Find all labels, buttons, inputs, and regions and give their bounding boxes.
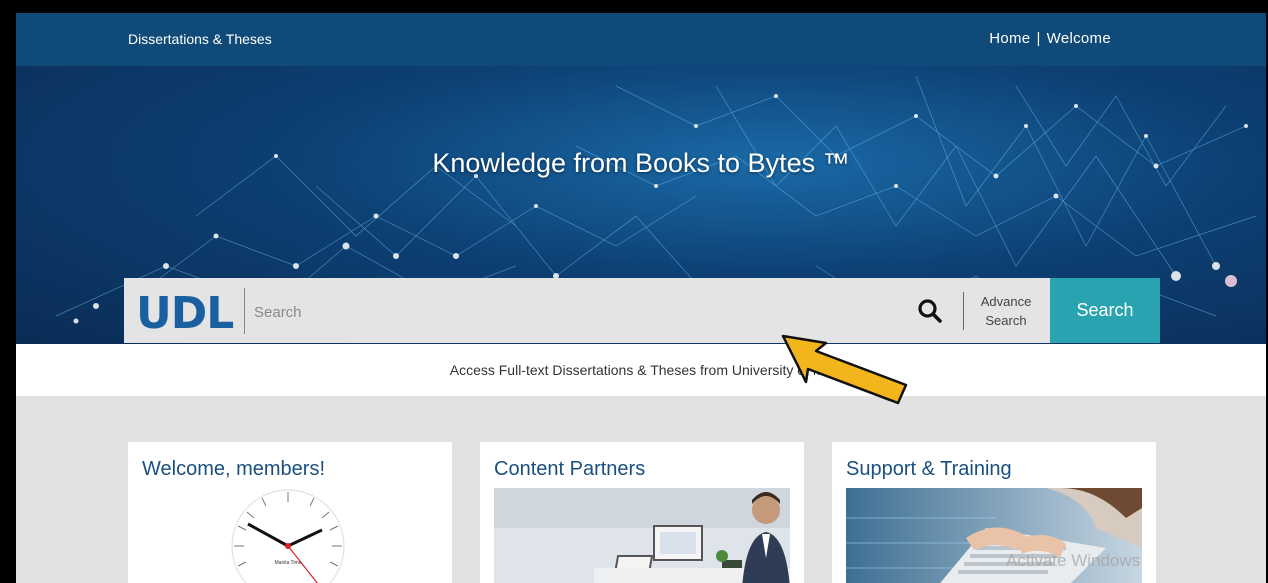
card-title: Welcome, members! — [142, 458, 326, 480]
search-bar: UDL Advance Search Search — [124, 278, 1160, 343]
office-photo — [494, 488, 790, 583]
search-input[interactable] — [252, 296, 896, 328]
page: Dissertations & Theses Home | Welcome Kn… — [16, 13, 1266, 583]
search-icon[interactable] — [917, 298, 943, 329]
card-title: Support & Training — [846, 458, 1012, 480]
welcome-link[interactable]: Welcome — [1047, 30, 1111, 47]
search-button[interactable]: Search — [1050, 278, 1160, 343]
advance-search-link[interactable]: Advance Search — [976, 292, 1036, 330]
top-nav-links: Home | Welcome — [989, 30, 1111, 47]
content-partners-card[interactable]: Content Partners — [480, 442, 804, 583]
clock-image: Manila Time — [142, 488, 438, 583]
udl-logo: UDL — [136, 288, 234, 339]
card-title: Content Partners — [494, 458, 646, 480]
access-subtitle: Access Full-text Dissertations & Theses … — [16, 344, 1266, 396]
logo-divider — [244, 288, 245, 334]
top-navigation-bar: Dissertations & Theses Home | Welcome — [16, 13, 1266, 66]
site-brand-link[interactable]: Dissertations & Theses — [128, 31, 272, 47]
clock-label: Manila Time — [275, 560, 302, 566]
nav-separator: | — [1036, 30, 1041, 47]
hero-tagline: Knowledge from Books to Bytes ™ — [432, 148, 850, 178]
welcome-members-card[interactable]: Welcome, members! Manila Time — [128, 442, 452, 583]
advance-search-divider — [963, 292, 964, 330]
home-link[interactable]: Home — [989, 30, 1030, 47]
advance-search-line1: Advance — [980, 294, 1032, 309]
windows-activation-watermark: Activate Windows — [1006, 551, 1141, 570]
advance-search-line2: Search — [985, 313, 1027, 328]
screenshot-frame: Dissertations & Theses Home | Welcome Kn… — [0, 0, 1268, 583]
